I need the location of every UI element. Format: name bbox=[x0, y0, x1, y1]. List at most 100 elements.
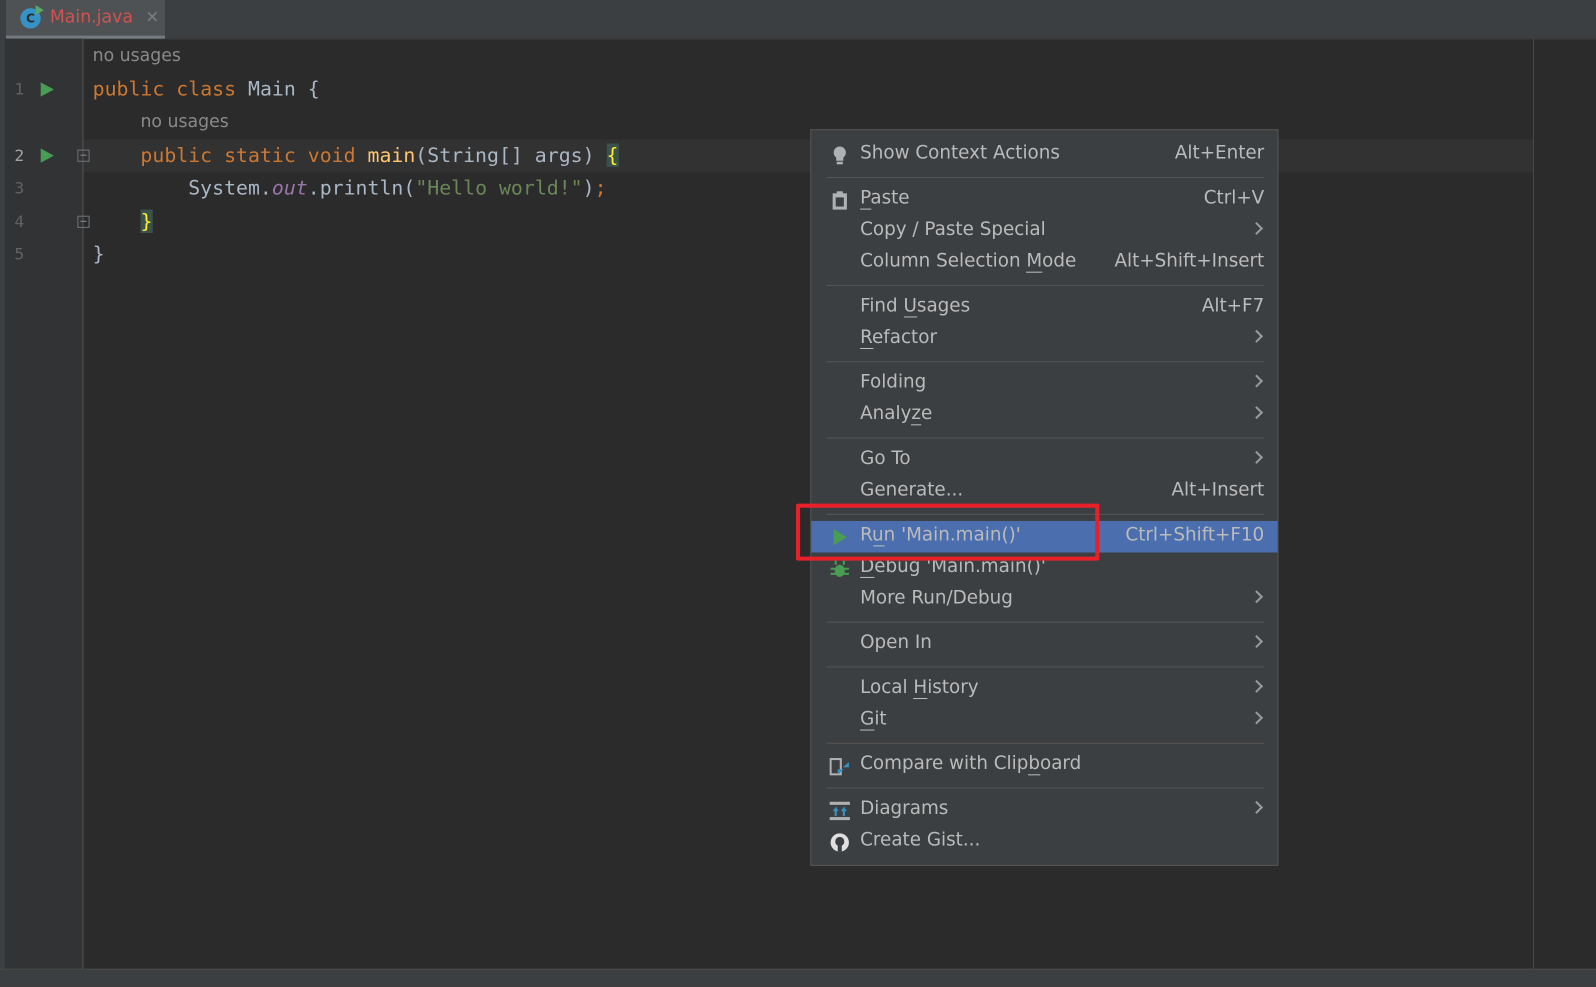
fold-marker-icon[interactable] bbox=[77, 215, 90, 228]
menu-item-label: Create Gist... bbox=[860, 829, 981, 851]
code-line[interactable]: System.out.println("Hello world!"); bbox=[92, 172, 606, 205]
right-margin-guide bbox=[1532, 38, 1534, 969]
annotation-highlight-box bbox=[795, 503, 1100, 561]
menu-item-refactor[interactable]: Refactor bbox=[811, 324, 1277, 356]
code-token: void bbox=[307, 143, 368, 167]
tab-main-java[interactable]: C Main.java ✕ bbox=[6, 0, 165, 39]
menu-item-copy-paste-special[interactable]: Copy / Paste Special bbox=[811, 216, 1277, 248]
chevron-right-icon bbox=[1250, 800, 1264, 814]
menu-item-label: Diagrams bbox=[860, 797, 949, 820]
menu-item-diagrams[interactable]: Diagrams bbox=[811, 795, 1277, 827]
mnemonic-underline bbox=[860, 729, 875, 731]
chevron-right-icon bbox=[1250, 374, 1264, 388]
code-token: class bbox=[176, 77, 249, 101]
menu-separator bbox=[826, 666, 1265, 668]
debug-bug-icon bbox=[830, 559, 850, 579]
mnemonic-underline bbox=[903, 316, 917, 318]
mnemonic-underline bbox=[860, 208, 872, 210]
code-token: public bbox=[92, 77, 177, 101]
menu-item-local-history[interactable]: Local History bbox=[811, 674, 1277, 706]
code-line[interactable]: public class Main { bbox=[93, 73, 320, 106]
ide-window: C Main.java ✕ Show Context Actions Alt+En… bbox=[0, 0, 1596, 987]
code-token: Main bbox=[248, 77, 308, 101]
menu-item-label: Column Selection Mode bbox=[860, 250, 1077, 272]
menu-item-label: Generate... bbox=[860, 479, 964, 501]
diagrams-icon bbox=[829, 801, 850, 821]
menu-item-shortcut: Alt+Shift+Insert bbox=[1114, 250, 1265, 272]
code-token: (String[] args) bbox=[415, 143, 607, 167]
menu-item-label: Folding bbox=[860, 371, 927, 393]
chevron-right-icon bbox=[1250, 635, 1264, 649]
menu-item-label: Git bbox=[860, 708, 887, 730]
run-gutter-icon[interactable] bbox=[40, 82, 54, 97]
code-token: public bbox=[92, 143, 225, 167]
menu-item-open-in[interactable]: Open In bbox=[811, 629, 1277, 661]
run-gutter-icon[interactable] bbox=[40, 148, 54, 163]
code-token: out bbox=[271, 176, 308, 200]
menu-separator bbox=[826, 361, 1265, 363]
line-number: 5 bbox=[14, 244, 25, 264]
chevron-right-icon bbox=[1250, 450, 1264, 464]
menu-item-label: More Run/Debug bbox=[860, 587, 1013, 609]
menu-item-find-usages[interactable]: Find Usages Alt+F7 bbox=[811, 292, 1277, 324]
menu-separator bbox=[826, 621, 1265, 623]
chevron-right-icon bbox=[1250, 679, 1264, 693]
code-token: } bbox=[92, 242, 105, 266]
menu-item-label: Open In bbox=[860, 631, 932, 654]
context-menu: Show Context Actions Alt+Enter Paste Ctrl+V… bbox=[810, 129, 1279, 866]
menu-separator bbox=[826, 437, 1265, 439]
code-token: System. bbox=[92, 176, 272, 200]
github-icon bbox=[830, 832, 850, 852]
menu-item-label: Paste bbox=[860, 187, 910, 209]
menu-item-folding[interactable]: Folding bbox=[811, 368, 1277, 400]
code-token: } bbox=[140, 209, 153, 234]
fold-marker-icon[interactable] bbox=[77, 149, 90, 162]
menu-item-shortcut: Alt+Insert bbox=[1171, 479, 1265, 501]
line-number: 4 bbox=[14, 211, 25, 231]
menu-separator bbox=[826, 742, 1265, 744]
menu-separator bbox=[826, 177, 1265, 179]
menu-item-shortcut: Alt+F7 bbox=[1201, 295, 1265, 317]
menu-item-shortcut: Ctrl+V bbox=[1203, 187, 1265, 209]
chevron-right-icon bbox=[1250, 406, 1264, 420]
status-bar bbox=[0, 968, 1596, 987]
menu-item-more-run-debug[interactable]: More Run/Debug bbox=[811, 584, 1277, 616]
code-token: main bbox=[367, 143, 416, 167]
close-tab-icon[interactable]: ✕ bbox=[146, 7, 160, 26]
editor-tab-bar: C Main.java ✕ bbox=[0, 0, 1596, 40]
line-number: 3 bbox=[14, 178, 25, 198]
menu-item-show-context-actions[interactable]: Show Context Actions Alt+Enter bbox=[811, 139, 1277, 171]
menu-item-label: Analyze bbox=[860, 402, 933, 425]
menu-item-label: Compare with Clipboard bbox=[860, 752, 1082, 775]
compare-clipboard-icon bbox=[829, 756, 850, 776]
no-usages-hint[interactable]: no usages bbox=[140, 112, 228, 132]
menu-item-label: Local History bbox=[860, 676, 979, 699]
chevron-right-icon bbox=[1250, 711, 1264, 725]
menu-item-column-selection-mode[interactable]: Column Selection Mode Alt+Shift+Insert bbox=[811, 247, 1277, 279]
code-token: .println( bbox=[307, 176, 416, 200]
mnemonic-underline bbox=[1028, 774, 1040, 776]
menu-item-shortcut: Alt+Enter bbox=[1174, 142, 1265, 164]
menu-item-git[interactable]: Git bbox=[811, 705, 1277, 737]
menu-item-label: Find Usages bbox=[860, 295, 971, 317]
menu-item-go-to[interactable]: Go To bbox=[811, 445, 1277, 477]
mnemonic-underline bbox=[860, 576, 875, 578]
no-usages-hint[interactable]: no usages bbox=[93, 46, 181, 66]
chevron-right-icon bbox=[1250, 329, 1264, 343]
code-line[interactable]: public static void main(String[] args) { bbox=[93, 139, 619, 172]
code-line[interactable]: } bbox=[93, 238, 105, 271]
menu-item-analyze[interactable]: Analyze bbox=[811, 400, 1277, 432]
line-number: 2 bbox=[14, 145, 25, 165]
code-token: static bbox=[224, 143, 308, 167]
menu-item-create-gist[interactable]: Create Gist... bbox=[811, 826, 1277, 858]
menu-item-label: Copy / Paste Special bbox=[860, 218, 1046, 241]
menu-item-paste[interactable]: Paste Ctrl+V bbox=[811, 184, 1277, 216]
chevron-right-icon bbox=[1250, 221, 1264, 235]
chevron-right-icon bbox=[1250, 590, 1264, 604]
menu-item-label: Show Context Actions bbox=[860, 142, 1060, 164]
menu-separator bbox=[826, 284, 1265, 286]
clipboard-icon bbox=[830, 190, 850, 210]
menu-item-compare-with-clipboard[interactable]: Compare with Clipboard bbox=[811, 750, 1277, 782]
code-line[interactable]: } bbox=[93, 206, 153, 239]
